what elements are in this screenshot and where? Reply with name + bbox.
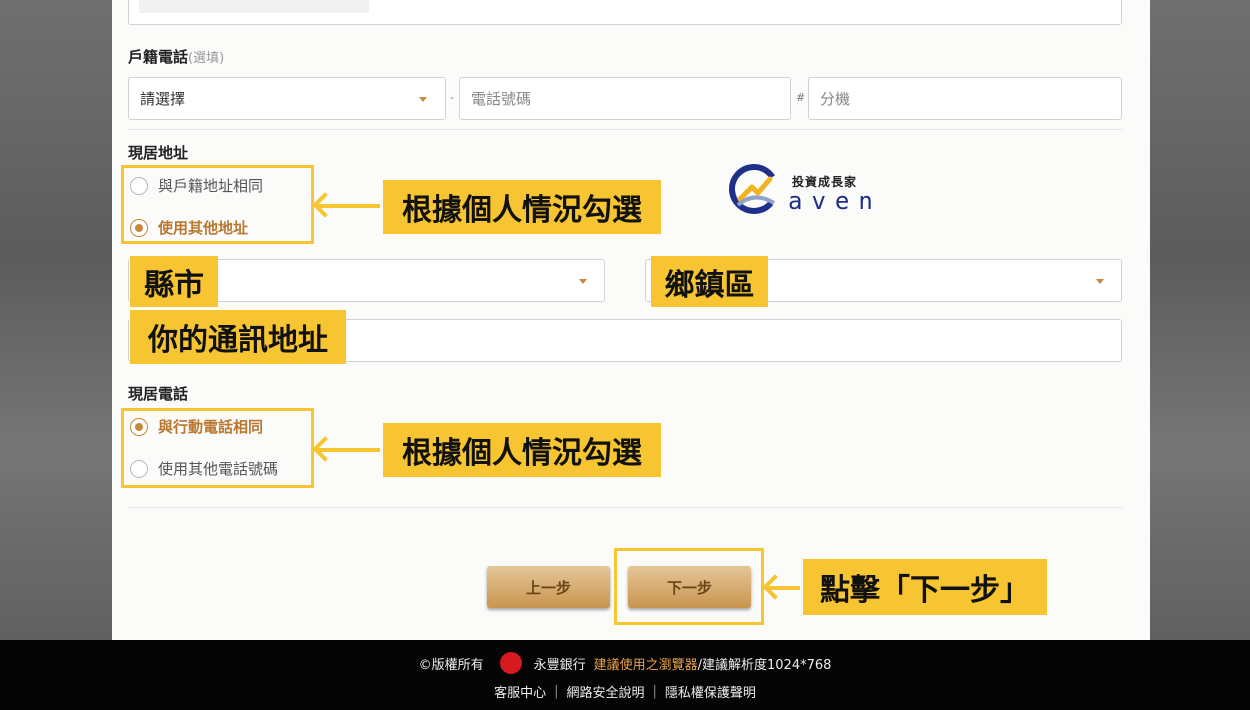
logo-mark-icon: [729, 164, 779, 214]
next-button-highlight: [614, 548, 764, 625]
phone-dash-separator: -: [450, 91, 454, 104]
browser-recommend-link[interactable]: 建議使用之瀏覽器: [594, 654, 698, 673]
callout-county-city: 縣市: [130, 256, 218, 307]
footer-divider: |: [554, 684, 559, 699]
section-divider: [128, 129, 1122, 130]
extension-hash-separator: #: [796, 91, 806, 104]
copyright-text: ©版權所有: [418, 657, 484, 673]
previous-address-field[interactable]: [128, 0, 1122, 25]
extension-input[interactable]: 分機: [808, 77, 1122, 120]
phone-number-input[interactable]: 電話號碼: [459, 77, 791, 120]
optional-note: (選填): [188, 51, 225, 66]
phone-number-placeholder: 電話號碼: [471, 90, 532, 108]
area-code-select-value: 請選擇: [140, 90, 186, 108]
footer-link-security[interactable]: 網路安全說明: [566, 682, 644, 701]
phone-options-highlight: [121, 408, 314, 488]
callout-click-next: 點擊「下一步」: [803, 559, 1047, 615]
area-code-select[interactable]: 請選擇: [128, 77, 446, 120]
footer-line-2: 客服中心 | 網路安全說明 | 隱私權保護聲明: [0, 682, 1250, 701]
household-phone-label-text: 戶籍電話: [128, 48, 189, 66]
site-footer: ©版權所有 永豐銀行 建議使用之瀏覽器 /建議解析度1024*768 客服中心 …: [0, 640, 1250, 710]
current-address-label: 現居地址: [128, 144, 189, 162]
previous-address-value-block: [139, 0, 369, 13]
footer-line-1: ©版權所有 永豐銀行 建議使用之瀏覽器 /建議解析度1024*768: [0, 652, 1250, 674]
chevron-down-icon: [1096, 279, 1104, 284]
callout-your-address: 你的通訊地址: [130, 310, 346, 364]
callout-check-phone: 根據個人情況勾選: [383, 423, 661, 477]
bank-name: 永豐銀行: [533, 657, 586, 673]
address-options-highlight: [121, 165, 314, 244]
section-divider: [128, 507, 1122, 508]
callout-check-address: 根據個人情況勾選: [383, 180, 661, 234]
resolution-text: /建議解析度1024*768: [697, 657, 832, 673]
logo-brand: aven: [788, 187, 882, 215]
chevron-down-icon: [419, 97, 427, 102]
footer-divider: |: [652, 684, 657, 699]
chevron-down-icon: [579, 279, 587, 284]
arrow-left-icon: [318, 448, 380, 452]
bank-logo-icon: [499, 652, 522, 674]
callout-district: 鄉鎮區: [651, 256, 768, 307]
household-phone-label: 戶籍電話(選填): [128, 46, 224, 67]
current-phone-label: 現居電話: [128, 385, 189, 403]
footer-link-privacy[interactable]: 隱私權保護聲明: [665, 682, 756, 701]
watermark-logo: 投資成長家 aven: [728, 163, 888, 219]
footer-link-service[interactable]: 客服中心: [494, 682, 546, 701]
extension-placeholder: 分機: [820, 90, 851, 108]
arrow-left-icon: [318, 204, 380, 208]
previous-step-button[interactable]: 上一步: [487, 566, 610, 608]
arrow-left-icon: [768, 586, 800, 590]
